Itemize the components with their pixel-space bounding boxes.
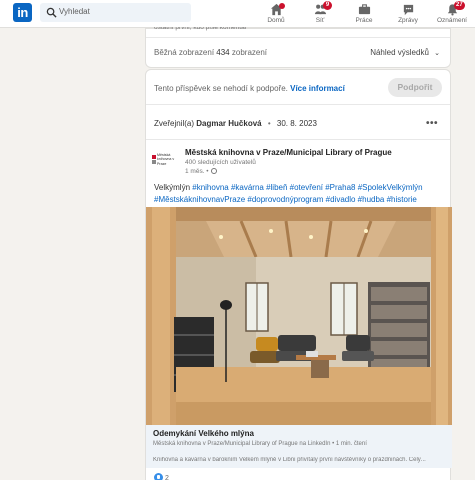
nav-messaging[interactable]: Zprávy	[386, 1, 430, 27]
search-icon	[46, 7, 57, 18]
divider	[146, 37, 450, 38]
post-hashtags-2[interactable]: #MěstskáknihovnavPraze #doprovodnýprogra…	[154, 195, 417, 204]
top-navigation: in Vyhledat Domů 9 Síť Práce Zprávy 27 O…	[0, 0, 475, 28]
nav-network[interactable]: 9 Síť	[298, 1, 342, 27]
briefcase-icon	[358, 4, 370, 15]
post-image[interactable]	[146, 207, 452, 425]
impressions-value: 434	[216, 48, 230, 57]
like-icon	[154, 473, 163, 480]
published-label: Zveřejnil(a)	[154, 119, 195, 128]
linkedin-logo[interactable]: in	[13, 3, 32, 22]
globe-icon	[210, 168, 217, 174]
more-info-link[interactable]: Více informací	[290, 84, 345, 93]
results-preview-dropdown[interactable]: Náhled výsledků ⌄	[370, 48, 440, 57]
nav-home[interactable]: Domů	[254, 1, 298, 27]
impressions-label: Běžná zobrazení	[154, 48, 215, 57]
author-followers: 400 sledujících uživatelů	[185, 159, 256, 166]
network-badge: 9	[323, 1, 332, 10]
post-card: Tento příspěvek se nehodí k podpoře. Víc…	[145, 69, 452, 480]
library-interior-photo	[146, 207, 452, 425]
divider	[146, 139, 450, 140]
author-logo-text: Městská knihovna v Praze	[157, 153, 175, 166]
results-preview-label: Náhled výsledků	[370, 48, 429, 57]
notification-dot	[279, 3, 285, 9]
promote-button[interactable]: Podpořit	[388, 78, 442, 97]
reactions[interactable]: 2	[154, 473, 169, 480]
published-date: 30. 8. 2023	[276, 119, 317, 128]
nav-network-label: Síť	[315, 17, 325, 24]
messaging-icon	[403, 4, 413, 16]
notifications-badge: 27	[454, 1, 465, 10]
author-name[interactable]: Městská knihovna v Praze/Municipal Libra…	[185, 148, 392, 157]
comment-prompt: ostatní první, kdo píše komentář	[154, 27, 247, 31]
link-description: Knihovna a kavárna v barokním Velkém mlý…	[153, 457, 426, 463]
post-hashtags-1[interactable]: #knihovna #kavárna #libeň #otevření #Pra…	[192, 183, 422, 192]
impressions: Běžná zobrazení 434 zobrazení	[154, 48, 267, 57]
post-time-text: 1 měs. •	[185, 168, 209, 175]
chevron-down-icon: ⌄	[434, 50, 440, 57]
impressions-unit: zobrazení	[231, 48, 268, 57]
post-text-plain: Velkýmlýn	[154, 183, 191, 192]
nav-jobs[interactable]: Práce	[342, 1, 386, 27]
author-avatar[interactable]: Městská knihovna v Praze	[152, 153, 175, 168]
nav-jobs-label: Práce	[355, 17, 373, 24]
promotion-text: Tento příspěvek se nehodí k podpoře.	[154, 84, 288, 93]
search-input[interactable]: Vyhledat	[40, 3, 191, 22]
nav-notifications-label: Oznámení	[437, 17, 467, 24]
nav-notifications[interactable]: 27 Oznámení	[430, 1, 474, 27]
post-analytics-card: ostatní první, kdo píše komentář Běžná z…	[145, 27, 451, 68]
post-text: Velkýmlýn #knihovna #kavárna #libeň #ote…	[154, 182, 444, 206]
published-info: Zveřejnil(a) Dagmar Hučková • 30. 8. 202…	[154, 119, 317, 128]
more-options-icon[interactable]: •••	[426, 118, 438, 129]
post-time: 1 měs. •	[185, 168, 217, 175]
nav-messaging-label: Zprávy	[398, 17, 418, 24]
link-source: Městská knihovna v Praze/Municipal Libra…	[153, 441, 367, 447]
link-title[interactable]: Odemykání Velkého mlýna	[153, 429, 254, 438]
promotion-notice: Tento příspěvek se nehodí k podpoře. Víc…	[154, 84, 345, 93]
divider	[146, 104, 450, 105]
reaction-count: 2	[165, 475, 169, 480]
nav-home-label: Domů	[267, 17, 285, 24]
search-placeholder: Vyhledat	[59, 7, 90, 16]
published-by[interactable]: Dagmar Hučková	[196, 119, 261, 128]
